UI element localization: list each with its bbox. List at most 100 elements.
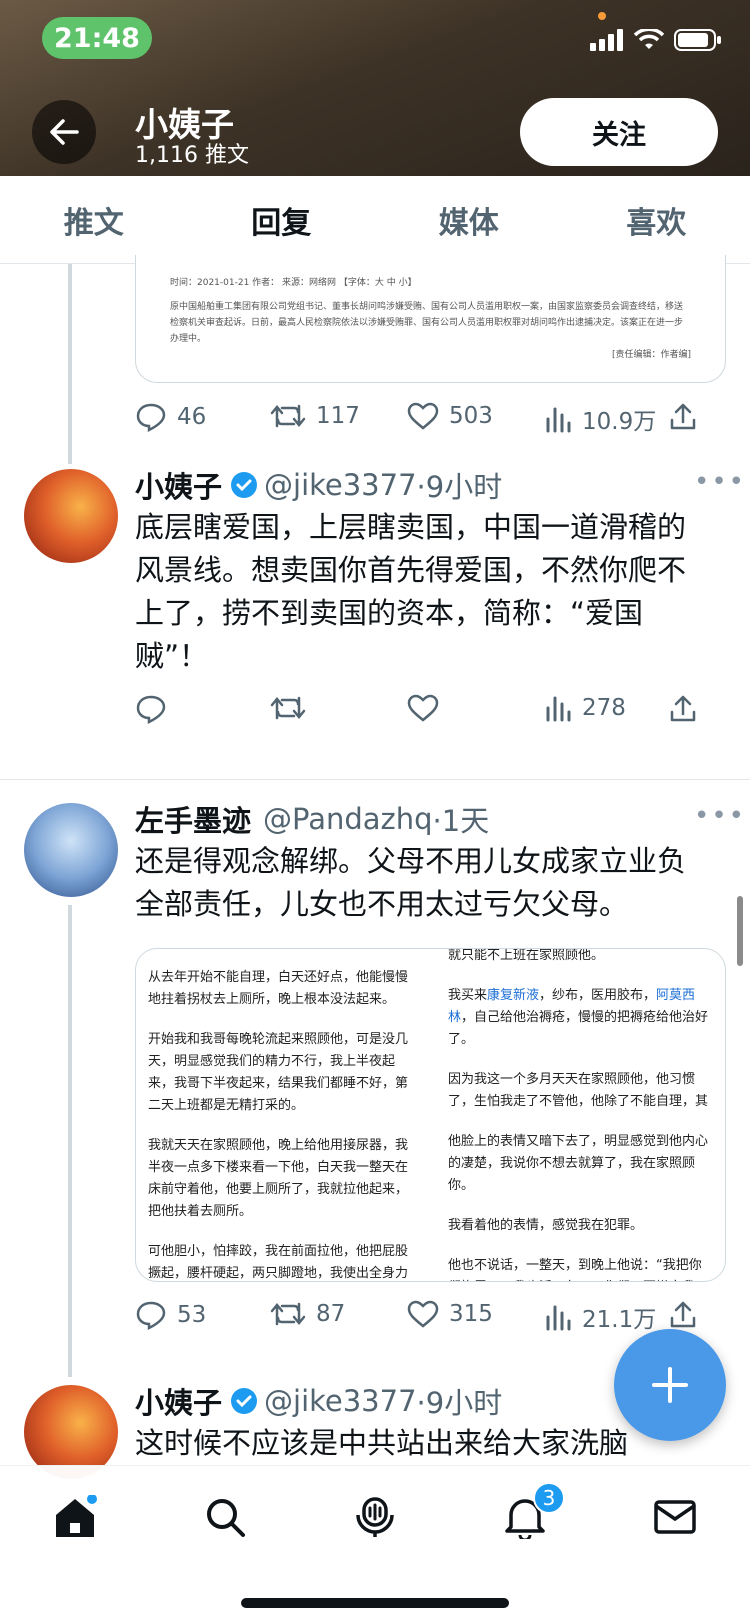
signal-icon [590, 29, 623, 51]
user-handle[interactable]: @Pandazhq [263, 802, 433, 836]
image-paragraph: 可他胆小，怕摔跤，我在前面拉他，他把屁股撅起，腰杆硬起，两只脚蹬地，我使出全身力 [148, 1244, 409, 1281]
more-options-icon[interactable]: ••• [694, 801, 746, 831]
back-button[interactable] [32, 100, 96, 164]
like-count: 503 [449, 403, 493, 429]
views-button[interactable]: 21.1万 [544, 1300, 656, 1334]
nav-spaces[interactable] [350, 1492, 400, 1542]
views-button[interactable]: 278 [544, 694, 626, 722]
image-link: 康复新液 [487, 988, 540, 1003]
image-text: ，纱布，医用胶布， [539, 988, 657, 1003]
tweet-image-card[interactable]: 时间：2021-01-21 作者： 来源：网络网 【字体：大 中 小】 原中国船… [135, 255, 726, 383]
tweet-header: 小姨子 @jike3377 ·9小时 [135, 464, 502, 506]
analytics-icon [546, 1305, 571, 1331]
user-name[interactable]: 小姨子 [135, 1380, 222, 1422]
user-handle[interactable]: @jike3377 [264, 1384, 417, 1418]
image-text-right: 就只能不上班在家照顾他。 我买来康复新液，纱布，医用胶布，阿莫西林，自己给他治褥… [448, 948, 713, 1281]
image-text: 我买来 [448, 988, 488, 1003]
like-button[interactable]: 315 [407, 1300, 493, 1328]
tweet-header: 小姨子 @jike3377 ·9小时 [135, 1380, 502, 1422]
heart-icon [407, 1300, 439, 1328]
like-button[interactable] [407, 694, 439, 722]
image-paragraph: 我就天天在家照顾他，晚上给他用接尿器，我半夜一点多下楼来看一下他，白天我一整天在… [148, 1138, 409, 1219]
avatar[interactable] [24, 469, 118, 563]
avatar[interactable] [24, 803, 118, 897]
heart-icon [407, 694, 439, 722]
nav-search[interactable] [200, 1492, 250, 1542]
image-paragraph: 就只能不上班在家照顾他。 [448, 948, 605, 963]
views-button[interactable]: 10.9万 [544, 402, 656, 436]
verified-badge-icon [231, 1388, 258, 1414]
wifi-icon [634, 29, 664, 49]
share-button[interactable] [668, 402, 698, 432]
image-paragraph: 我买来康复新液，纱布，医用胶布，阿莫西林，自己给他治褥疮，慢慢的把褥疮给他治好了… [448, 985, 713, 1051]
tab-media[interactable]: 媒体 [375, 176, 563, 263]
thread-line [68, 264, 72, 464]
article-meta: 时间：2021-01-21 作者： 来源：网络网 【字体：大 中 小】 [170, 278, 417, 288]
views-count: 278 [582, 695, 626, 721]
image-paragraph: 开始我和我哥每晚轮流起来照顾他，可是没几天，明显感觉我们的精力不行，我上半夜起来… [148, 1032, 409, 1113]
tweet-time: ·9小时 [416, 470, 503, 504]
share-icon [670, 1301, 696, 1328]
retweet-button[interactable] [270, 694, 306, 722]
tab-replies[interactable]: 回复 [188, 176, 376, 263]
search-icon [207, 1499, 245, 1537]
share-icon [670, 695, 696, 722]
user-handle[interactable]: @jike3377 [264, 468, 417, 502]
reply-button[interactable]: 53 [135, 1300, 206, 1330]
thread-line [68, 905, 72, 1377]
reply-button[interactable]: 46 [135, 402, 206, 432]
analytics-icon [546, 407, 571, 433]
user-name[interactable]: 小姨子 [135, 464, 222, 506]
analytics-icon [546, 696, 571, 722]
home-indicator [241, 1598, 509, 1608]
heart-icon [407, 402, 439, 430]
tweet-text: 底层瞎爱国，上层瞎卖国，中国一道滑稽的风景线。想卖国你首先得爱国，不然你爬不上了… [135, 510, 687, 673]
like-button[interactable]: 503 [407, 402, 493, 430]
plus-icon [652, 1367, 688, 1403]
article-editor: [责任编辑：作者编] [611, 350, 691, 360]
tweet-header: 左手墨迹 @Pandazhq ·1天 [135, 798, 489, 840]
tab-tweets[interactable]: 推文 [0, 176, 188, 263]
views-count: 10.9万 [582, 409, 657, 435]
privacy-indicator-dot [598, 12, 606, 20]
retweet-icon [270, 696, 306, 720]
tweet-time: ·9小时 [416, 1386, 503, 1420]
tweet-image-card[interactable]: 从去年开始不能自理，白天还好点，他能慢慢地拄着拐杖去上厕所，晚上根本没法起来。 … [135, 948, 726, 1282]
reply-icon [136, 403, 166, 432]
retweet-count: 87 [316, 1301, 346, 1327]
retweet-button[interactable]: 87 [270, 1300, 345, 1328]
tab-likes[interactable]: 喜欢 [563, 176, 750, 263]
reply-count: 46 [177, 404, 207, 430]
notifications-badge: 3 [533, 1482, 565, 1514]
retweet-button[interactable]: 117 [270, 402, 360, 430]
nav-messages[interactable] [650, 1492, 700, 1542]
compose-button[interactable] [614, 1329, 726, 1441]
follow-button[interactable]: 关注 [520, 98, 718, 166]
nav-home[interactable] [50, 1492, 100, 1542]
share-icon [670, 403, 696, 430]
retweet-icon [270, 1302, 306, 1326]
image-paragraph: 因为我这一个多月天天在家照顾他，他习惯了，生怕我走了不管他，他除了不能自理，其 [448, 1072, 709, 1109]
views-count: 21.1万 [582, 1307, 657, 1333]
image-paragraph: 从去年开始不能自理，白天还好点，他能慢慢地拄着拐杖去上厕所，晚上根本没法起来。 [148, 970, 409, 1007]
tweet-actions: 278 [135, 690, 710, 730]
profile-tabs: 推文 回复 媒体 喜欢 [0, 176, 750, 264]
more-options-icon[interactable]: ••• [694, 467, 746, 497]
scrollbar[interactable] [737, 896, 743, 966]
status-time: 21:48 [42, 17, 152, 59]
verified-badge-icon [231, 472, 258, 498]
battery-icon [674, 29, 721, 51]
profile-header: 21:48 小姨子 1,116 推文 关注 [0, 0, 750, 176]
image-paragraph: 我看着他的表情，感觉我在犯罪。 [448, 1218, 644, 1233]
tweet-actions: 53 87 315 21.1万 [135, 1296, 710, 1336]
mail-icon [654, 1500, 696, 1534]
share-button[interactable] [668, 694, 698, 724]
arrow-left-icon [50, 119, 79, 145]
status-icons [590, 28, 722, 52]
tweet-text: 这时候不应该是中共站出来给大家洗脑 [135, 1426, 629, 1460]
reply-button[interactable] [135, 694, 167, 724]
share-button[interactable] [668, 1300, 698, 1330]
tweet-count: 1,116 推文 [135, 143, 249, 168]
retweet-count: 117 [316, 403, 360, 429]
user-name[interactable]: 左手墨迹 [135, 798, 251, 840]
